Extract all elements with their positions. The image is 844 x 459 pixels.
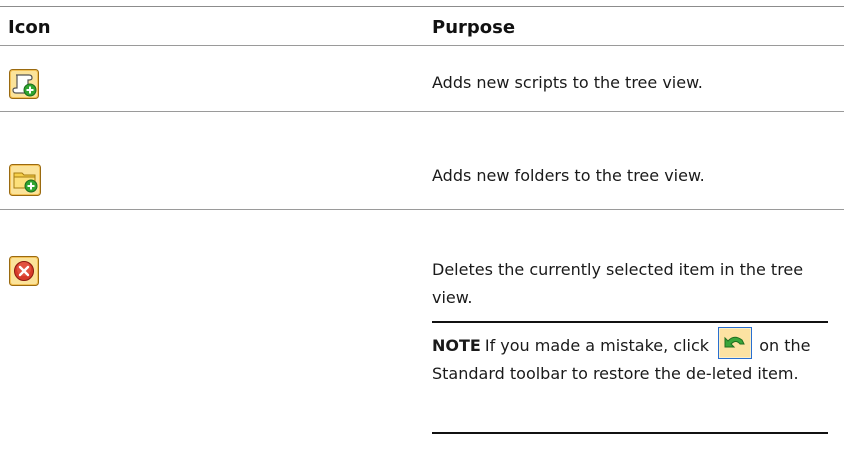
column-header-purpose: Purpose — [432, 17, 516, 38]
delete-icon — [9, 256, 39, 286]
note-text-before: If you made a mistake, click — [484, 336, 715, 355]
purpose-add-folder: Adds new folders to the tree view. — [432, 166, 705, 185]
table-top-rule — [0, 6, 844, 7]
add-script-icon — [9, 69, 39, 99]
note-top-rule — [432, 321, 828, 323]
row-divider — [0, 111, 844, 112]
note-bottom-rule — [432, 432, 828, 434]
purpose-add-script: Adds new scripts to the tree view. — [432, 73, 703, 92]
column-header-icon: Icon — [8, 17, 51, 38]
add-folder-icon — [9, 164, 41, 196]
row-divider — [0, 209, 844, 210]
undo-icon — [718, 327, 753, 359]
purpose-delete: Deletes the currently selected item in t… — [432, 260, 804, 307]
note-label: NOTE — [432, 336, 481, 355]
note-text: NOTE If you made a mistake, click on the … — [432, 327, 828, 388]
header-divider — [0, 45, 844, 46]
